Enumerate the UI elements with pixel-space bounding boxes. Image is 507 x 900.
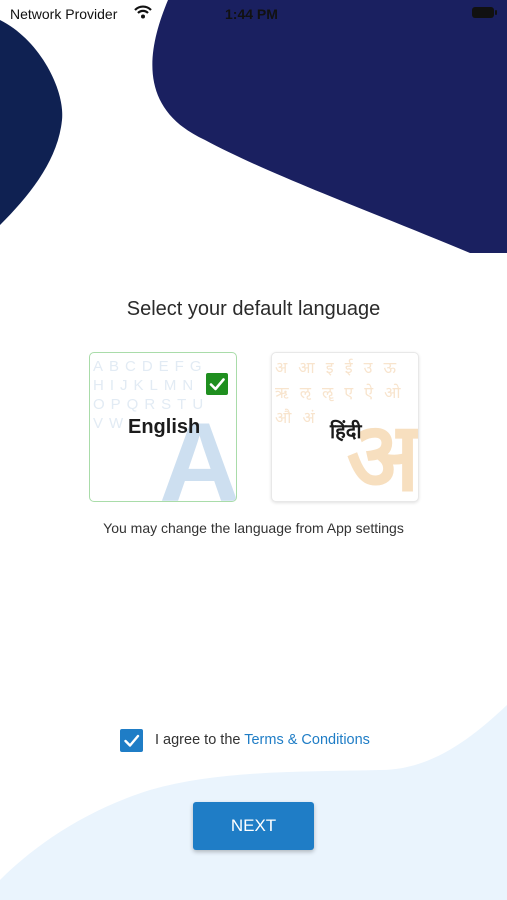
battery-icon xyxy=(472,7,497,18)
language-card-hindi[interactable]: अ आ इ ई उ ऊ ऋ ऌ ॡ ए ऐ ओ औ अं अ हिंदी xyxy=(271,352,419,502)
terms-link[interactable]: Terms & Conditions xyxy=(244,732,370,748)
selected-check-icon xyxy=(206,373,228,395)
card-big-glyph: अ xyxy=(346,401,419,502)
wifi-icon xyxy=(134,5,152,24)
agree-text: I agree to the xyxy=(155,732,245,748)
status-bar: Network Provider 1:44 PM xyxy=(0,0,507,28)
agree-checkbox[interactable] xyxy=(120,729,143,752)
agree-label: I agree to the Terms & Conditions xyxy=(155,732,370,748)
language-label-hindi: हिंदी xyxy=(330,419,362,443)
carrier-name: Network Provider xyxy=(10,6,118,22)
next-button[interactable]: NEXT xyxy=(193,802,314,850)
top-right-navy-blob xyxy=(152,0,507,253)
top-left-navy-blob xyxy=(0,20,63,225)
language-hint-text: You may change the language from App set… xyxy=(103,520,404,536)
background-shapes xyxy=(0,0,507,900)
language-label-english: English xyxy=(128,416,201,438)
page-title: Select your default language xyxy=(126,298,381,320)
card-big-glyph: A xyxy=(159,400,237,502)
status-time: 1:44 PM xyxy=(225,6,278,22)
language-card-english[interactable]: ABCDEFG HIJKLMN OPQRSTU VW A English xyxy=(89,352,237,502)
